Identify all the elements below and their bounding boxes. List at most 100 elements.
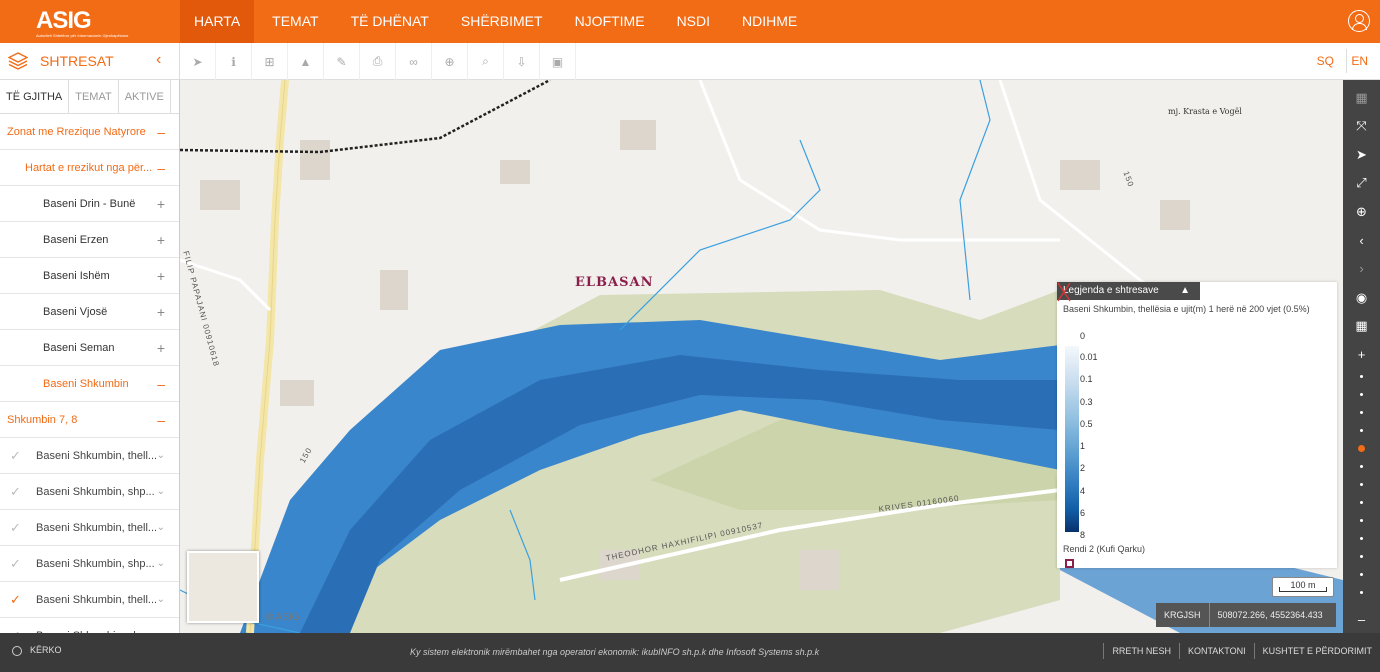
- collapse-icon[interactable]: –: [157, 114, 165, 150]
- profile-icon[interactable]: ▲: [288, 43, 324, 80]
- tree-group-item[interactable]: Zonat me Rrezique Natyrore –: [0, 114, 179, 150]
- layer-item[interactable]: ✓ Baseni Shkumbin, shp...⌄: [0, 474, 179, 510]
- add-icon[interactable]: ⊞: [252, 43, 288, 80]
- zoom-level-dot[interactable]: [1360, 519, 1363, 522]
- tree-group-item[interactable]: Baseni Shkumbin –: [0, 366, 179, 402]
- tree-item-label: Baseni Shkumbin, shp...: [36, 486, 155, 498]
- expand-icon[interactable]: +: [157, 186, 165, 222]
- collapse-icon[interactable]: –: [157, 366, 165, 402]
- chevron-down-icon[interactable]: ⌄: [157, 474, 165, 510]
- nav-te-dhenat[interactable]: TË DHËNAT: [337, 0, 443, 43]
- chevron-down-icon[interactable]: ⌄: [157, 582, 165, 618]
- nav-njoftime[interactable]: NJOFTIME: [561, 0, 659, 43]
- link-icon[interactable]: ∞: [396, 43, 432, 80]
- search-box[interactable]: KËRKO: [12, 645, 62, 656]
- map-icon[interactable]: ▦: [1343, 84, 1380, 112]
- tab-themes[interactable]: TEMAT: [69, 80, 119, 113]
- globe-icon[interactable]: ◉: [1343, 284, 1380, 312]
- locate-icon[interactable]: ➤: [1343, 141, 1380, 169]
- tree-group-item[interactable]: Baseni Drin - Bunë +: [0, 186, 179, 222]
- tab-active[interactable]: AKTIVE: [119, 80, 171, 113]
- layer-item[interactable]: ✓ Baseni Shkumbin, thell... ⌄: [0, 510, 179, 546]
- zoom-level-dot[interactable]: [1360, 573, 1363, 576]
- tree-group-item[interactable]: Baseni Vjosë +: [0, 294, 179, 330]
- lang-en[interactable]: EN: [1351, 54, 1368, 68]
- zoom-search-icon[interactable]: ⊕: [1343, 198, 1380, 226]
- road: [698, 80, 1060, 242]
- zoom-level-dot[interactable]: [1360, 537, 1363, 540]
- search-icon[interactable]: ⌕: [468, 43, 504, 80]
- nav-sherbimet[interactable]: SHËRBIMET: [447, 0, 557, 43]
- expand-icon[interactable]: +: [157, 258, 165, 294]
- checkmark-icon[interactable]: ✓: [10, 546, 21, 582]
- nav-temat[interactable]: TEMAT: [258, 0, 332, 43]
- checkmark-icon[interactable]: ✓: [10, 618, 21, 633]
- forward-icon[interactable]: ›: [1343, 255, 1380, 283]
- plus-circle-icon[interactable]: ⊕: [432, 43, 468, 80]
- zoom-level-dot[interactable]: [1360, 393, 1363, 396]
- collapse-icon[interactable]: –: [157, 402, 165, 438]
- expand-icon[interactable]: +: [157, 294, 165, 330]
- tree-group-item[interactable]: Baseni Seman +: [0, 330, 179, 366]
- nav-harta[interactable]: HARTA: [180, 0, 255, 43]
- zoom-level-dot[interactable]: [1360, 429, 1363, 432]
- expand-icon[interactable]: +: [157, 222, 165, 258]
- zoom-out-icon[interactable]: –: [1343, 606, 1380, 634]
- chevron-down-icon[interactable]: ⌄: [157, 438, 165, 474]
- legend-value: 0: [1080, 331, 1086, 341]
- fullscreen-icon[interactable]: ⤧: [1343, 112, 1380, 140]
- tree-group-item[interactable]: Baseni Erzen +: [0, 222, 179, 258]
- chevron-down-icon[interactable]: ⌄: [157, 618, 165, 633]
- zoom-in-icon[interactable]: +: [1343, 341, 1380, 369]
- asig-logo[interactable]: ASIG Autoriteti Shtetëror për Informacio…: [36, 7, 129, 38]
- checkmark-icon[interactable]: ✓: [10, 510, 21, 546]
- tree-group-item[interactable]: Hartat e rrezikut nga për... –: [0, 150, 179, 186]
- expand-icon[interactable]: +: [157, 330, 165, 366]
- scale-bar: 100 m: [1272, 577, 1334, 597]
- checkmark-icon[interactable]: ✓: [10, 582, 21, 618]
- checkmark-icon[interactable]: ✓: [10, 438, 21, 474]
- pointer-icon[interactable]: ➤: [180, 43, 216, 80]
- tree-group-item[interactable]: Baseni Ishëm +: [0, 258, 179, 294]
- lang-sq[interactable]: SQ: [1317, 54, 1334, 68]
- layer-item[interactable]: ✓ Baseni Shkumbin, thell... ⌄: [0, 582, 179, 618]
- nav-ndihme[interactable]: NDIHME: [728, 0, 811, 43]
- chevron-down-icon[interactable]: ⌄: [157, 546, 165, 582]
- zoom-level-dot[interactable]: [1360, 375, 1363, 378]
- back-icon[interactable]: ‹: [1343, 227, 1380, 255]
- chevron-down-icon[interactable]: ⌄: [157, 510, 165, 546]
- edit-icon[interactable]: ✎: [324, 43, 360, 80]
- overview-minimap[interactable]: [187, 551, 259, 623]
- download-icon[interactable]: ⇩: [504, 43, 540, 80]
- collapse-icon[interactable]: –: [157, 150, 165, 186]
- footer-link-about[interactable]: RRETH NESH: [1103, 643, 1179, 659]
- print-icon[interactable]: ⎙: [360, 43, 396, 80]
- layer-item[interactable]: ✓ Baseni Shkumbin, shp...⌄: [0, 546, 179, 582]
- zoom-level-dot[interactable]: [1360, 465, 1363, 468]
- tree-group-item[interactable]: Shkumbin 7, 8 –: [0, 402, 179, 438]
- zoom-level-dot[interactable]: [1360, 411, 1363, 414]
- map-canvas[interactable]: ELBASAN mj. Krasta e Vogël FILIP PAPAJAN…: [180, 80, 1343, 633]
- zoom-level-dot[interactable]: [1360, 483, 1363, 486]
- legend-header[interactable]: Legjenda e shtresave ▲: [1057, 282, 1200, 300]
- tab-all[interactable]: TË GJITHA: [0, 80, 70, 113]
- zoom-level-dot[interactable]: [1360, 555, 1363, 558]
- legend-collapse-icon[interactable]: ▲: [1180, 282, 1190, 300]
- info-icon[interactable]: ℹ: [216, 43, 252, 80]
- zoom-level-dot[interactable]: [1360, 591, 1363, 594]
- layer-item[interactable]: ✓ Baseni Shkumbin, thell... ⌄: [0, 438, 179, 474]
- zoom-level-dot[interactable]: [1360, 501, 1363, 504]
- grid-icon[interactable]: ▦: [1343, 312, 1380, 340]
- image-icon[interactable]: ▣: [540, 43, 576, 80]
- checkmark-icon[interactable]: ✓: [10, 474, 21, 510]
- layer-item[interactable]: ✓ Baseni Shkumbin, shp...⌄: [0, 618, 179, 633]
- zoom-level-indicator[interactable]: [1358, 445, 1365, 452]
- footer-link-contact[interactable]: KONTAKTONI: [1178, 643, 1254, 659]
- nav-nsdi[interactable]: NSDI: [663, 0, 724, 43]
- collapse-panel-button[interactable]: ‹: [156, 51, 161, 69]
- place-label: mj. Krasta e Vogël: [1168, 107, 1242, 116]
- tree-item-label: Baseni Shkumbin, shp...: [36, 558, 155, 570]
- footer-link-terms[interactable]: KUSHTET E PËRDORIMIT: [1253, 643, 1380, 659]
- user-circle-icon[interactable]: [1348, 10, 1370, 32]
- expand-icon[interactable]: ⤢: [1343, 169, 1380, 197]
